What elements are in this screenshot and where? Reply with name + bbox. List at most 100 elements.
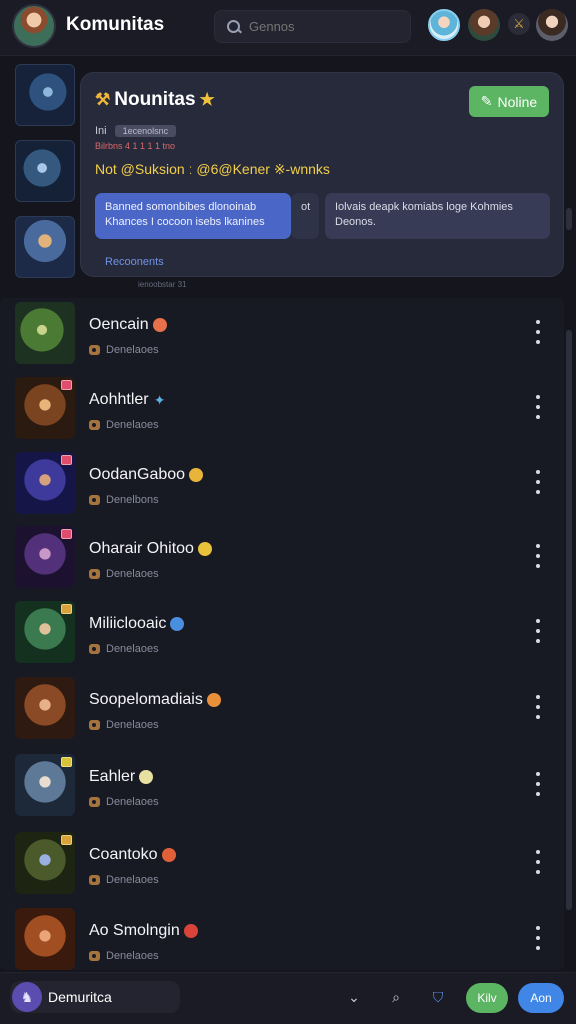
chevron-down-icon[interactable]: ⌄ [344,987,364,1007]
list-item-sub: Denelaoes [106,796,159,808]
list-item-title: Oencain [89,316,167,334]
user-pill[interactable]: ♞ Demuritca [10,981,180,1013]
spark-icon: ✦ [153,392,166,408]
community-thumbnail [15,754,75,816]
list-item-subtitle: Denelaoes [89,419,159,431]
more-options-icon[interactable] [532,470,544,494]
emoji-icon [152,318,167,332]
list-item-name: Miliiclooaic [89,615,167,632]
feature-box-1[interactable]: Banned somonbibes dlonoinab Khances I co… [95,193,291,239]
join-button-label: Noline [497,93,538,110]
search-icon[interactable]: ⌕ [386,987,406,1007]
list-item-sub: Denelaoes [106,419,159,431]
crossed-swords-icon[interactable]: ⚔ [508,13,530,35]
list-item[interactable]: Ao Smolngin Denelaoes [0,904,560,978]
list-item-sub: Denelaoes [106,874,159,886]
list-item[interactable]: Oencain Denelaoes [0,298,560,372]
more-options-icon[interactable] [532,926,544,950]
card-meta-line-2: Bilrbns 4 1 1 1 1 tno [95,141,176,151]
feature-box-1-extra: ot [291,193,319,239]
badge-icon [61,835,72,845]
list-item-subtitle: Denelaoes [89,344,159,356]
community-thumbnail-3[interactable] [15,216,75,278]
list-item-name: Ao Smolngin [89,922,180,939]
user-avatar-3[interactable] [536,9,568,41]
scrollbar[interactable] [566,330,572,910]
list-item[interactable]: OodanGaboo Denelbons [0,448,560,522]
profile-avatar[interactable] [12,4,56,48]
list-item[interactable]: Coantoko Denelaoes [0,828,560,902]
under-card-text: ienoobstar 31 [138,280,187,289]
list-item-title: Coantoko [89,846,176,864]
community-thumbnail [15,452,75,514]
gamepad-icon [89,797,100,807]
emoji-icon [183,924,198,938]
emoji-icon [161,848,176,862]
gamepad-icon [89,720,100,730]
community-thumbnail [15,601,75,663]
blue-action-button[interactable]: Aon [518,983,564,1013]
user-avatar-1[interactable] [428,9,460,41]
more-options-icon[interactable] [532,395,544,419]
community-thumbnail-1[interactable] [15,64,75,126]
badge-icon [61,604,72,614]
green-action-button[interactable]: Kilv [466,983,508,1013]
list-item-name: Eahler [89,768,136,785]
more-options-icon[interactable] [532,320,544,344]
scrollbar-top[interactable] [566,208,572,230]
search-input[interactable] [249,19,399,34]
card-meta-pill: 1ecenolsnc [114,125,177,137]
community-card: ⚒ Nounitas ★ ✎ Noline Ini 1ecenolsnc Bil… [80,72,564,277]
more-options-icon[interactable] [532,544,544,568]
list-item-name: Aohhtler [89,391,149,408]
list-item-sub: Denelaoes [106,719,159,731]
list-item-title: OodanGaboo [89,466,204,484]
gamepad-icon [89,951,100,961]
community-thumbnail [15,377,75,439]
card-title: Nounitas [114,89,196,110]
list-item-title: Miliiclooaic [89,615,185,633]
gamepad-icon [89,644,100,654]
list-item-subtitle: Denelaoes [89,643,159,655]
list-item-sub: Denelbons [106,494,159,506]
join-button[interactable]: ✎ Noline [469,86,549,117]
badge-icon [61,380,72,390]
emoji-icon [139,770,154,784]
list-item[interactable]: Miliiclooaic Denelaoes [0,597,560,671]
feature-box-2[interactable]: Iolvais deapk komiabs loge Kohmies Deono… [325,193,550,239]
community-thumbnail [15,832,75,894]
list-item-subtitle: Denelaoes [89,568,159,580]
list-item[interactable]: Aohhtler ✦ Denelaoes [0,373,560,447]
more-options-icon[interactable] [532,695,544,719]
gamepad-icon [89,875,100,885]
user-avatar-2[interactable] [468,9,500,41]
more-options-icon[interactable] [532,772,544,796]
list-item-title: Eahler [89,768,154,786]
list-item[interactable]: Oharair Ohitoo Denelaoes [0,522,560,596]
emoji-icon [206,693,221,707]
app-title: Komunitas [66,14,165,35]
list-item-title: Oharair Ohitoo [89,540,212,558]
card-link[interactable]: Recoonents [105,256,164,268]
star-icon: ★ [199,90,215,109]
emoji-icon [189,468,204,482]
list-item[interactable]: Soopelomadiais Denelaoes [0,673,560,747]
list-item-title: Soopelomadiais [89,691,221,709]
card-meta-prefix: Ini [95,125,107,137]
community-thumbnail [15,302,75,364]
list-item-subtitle: Denelaoes [89,950,159,962]
gamepad-icon [89,420,100,430]
search-bar[interactable] [214,10,411,43]
community-icon: ♞ [12,982,42,1012]
list-item-name: Coantoko [89,846,158,863]
list-item-sub: Denelaoes [106,950,159,962]
more-options-icon[interactable] [532,850,544,874]
list-item[interactable]: Eahler Denelaoes [0,750,560,824]
more-options-icon[interactable] [532,619,544,643]
list-item-title: Aohhtler ✦ [89,391,167,409]
community-thumbnail [15,526,75,588]
search-icon [227,19,241,34]
community-thumbnail-2[interactable] [15,140,75,202]
shield-icon[interactable]: ⛉ [428,987,448,1007]
list-item-subtitle: Denelaoes [89,796,159,808]
